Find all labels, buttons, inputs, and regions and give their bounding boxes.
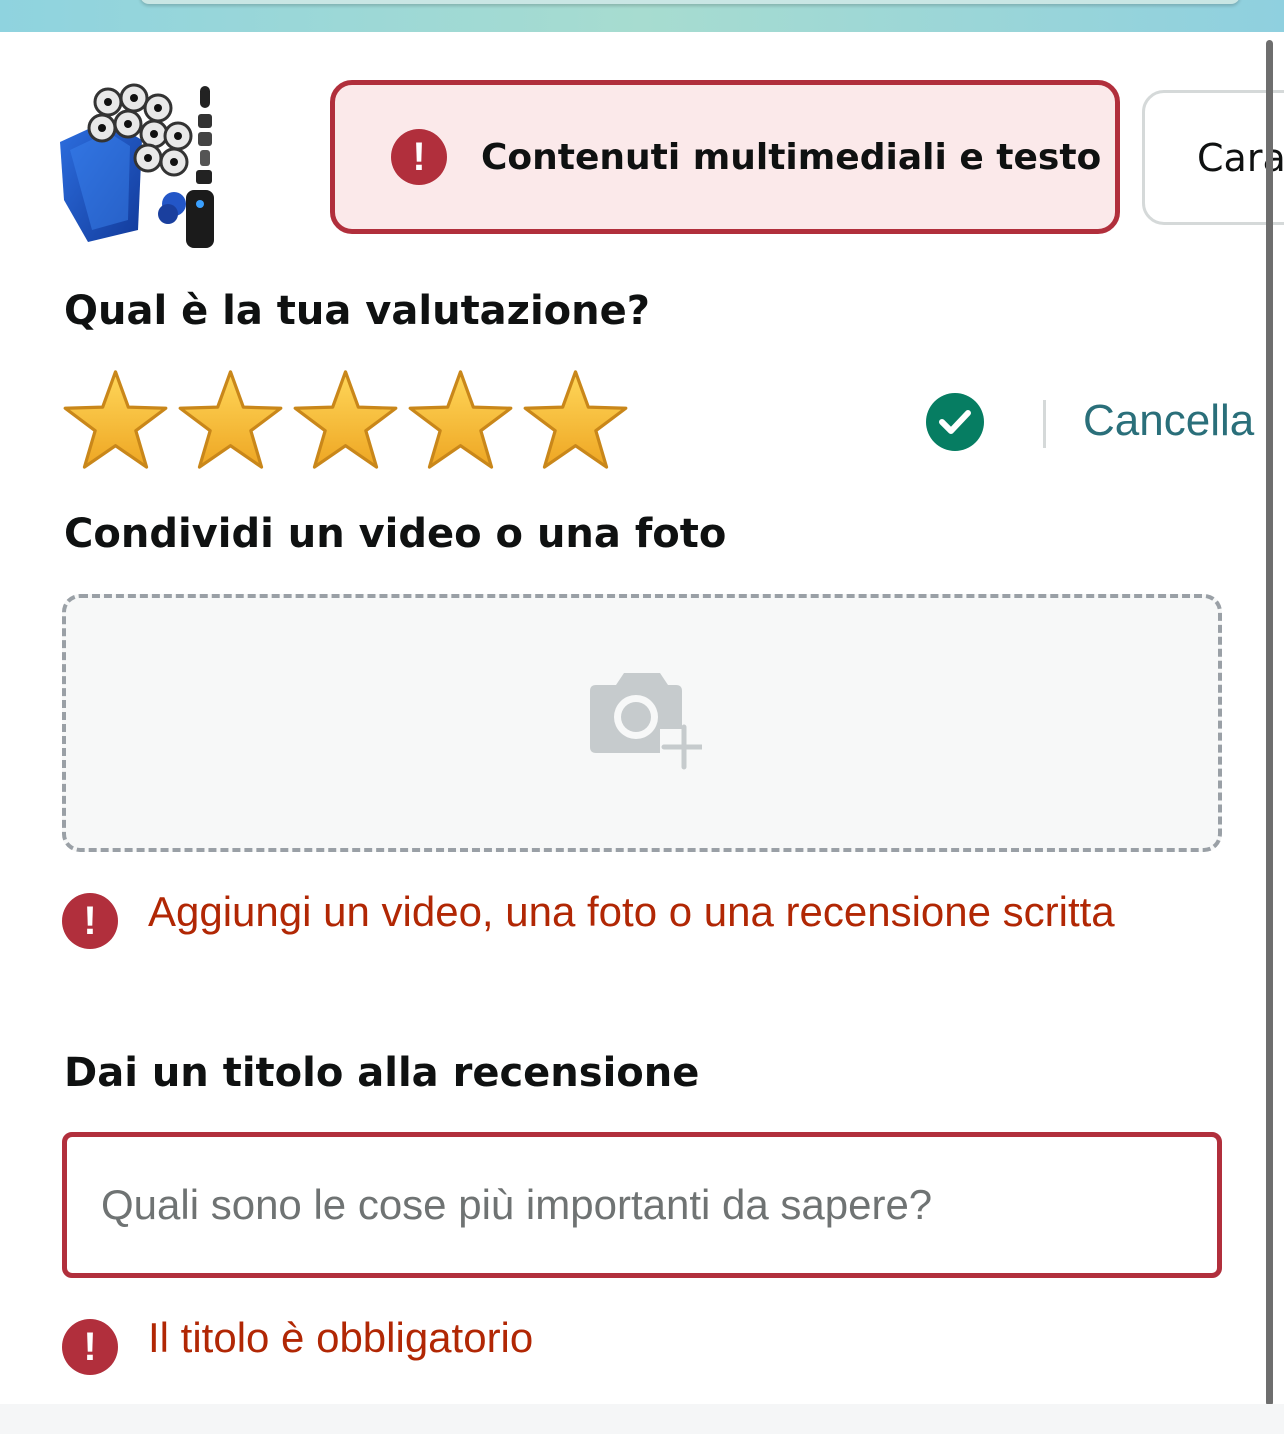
alert-icon: ! xyxy=(62,893,118,949)
alert-icon: ! xyxy=(62,1319,118,1375)
browser-top-strip xyxy=(0,0,1284,32)
check-circle-icon xyxy=(926,393,984,451)
rating-heading: Qual è la tua valutazione? xyxy=(64,288,650,334)
media-error-message: ! Aggiungi un video, una foto o una recen… xyxy=(62,880,1162,949)
scrollbar[interactable] xyxy=(1266,40,1273,1406)
alert-icon: ! xyxy=(391,129,447,185)
address-bar-edge xyxy=(140,0,1240,4)
media-error-text: Aggiungi un video, una foto o una recens… xyxy=(148,888,1115,935)
tab-features[interactable]: Carat xyxy=(1142,90,1284,225)
tab-media-and-text[interactable]: ! Contenuti multimediali e testo xyxy=(330,80,1120,234)
product-thumbnail xyxy=(60,83,214,248)
camera-add-icon xyxy=(590,673,702,770)
media-heading: Condividi un video o una foto xyxy=(64,511,727,557)
clear-rating-link[interactable]: Cancella xyxy=(1083,396,1254,446)
star-5[interactable] xyxy=(522,368,629,472)
title-error-message: ! Il titolo è obbligatorio xyxy=(62,1306,533,1375)
star-4[interactable] xyxy=(407,368,514,472)
star-3[interactable] xyxy=(292,368,399,472)
bottom-strip xyxy=(0,1404,1284,1434)
review-title-heading: Dai un titolo alla recensione xyxy=(64,1050,700,1096)
divider xyxy=(1043,400,1046,448)
star-1[interactable] xyxy=(62,368,169,472)
star-rating[interactable] xyxy=(62,368,629,472)
title-error-text: Il titolo è obbligatorio xyxy=(148,1314,534,1361)
tab-label: Contenuti multimediali e testo xyxy=(481,136,1102,178)
review-title-input[interactable] xyxy=(62,1132,1222,1278)
star-2[interactable] xyxy=(177,368,284,472)
media-upload-dropzone[interactable] xyxy=(62,594,1222,852)
